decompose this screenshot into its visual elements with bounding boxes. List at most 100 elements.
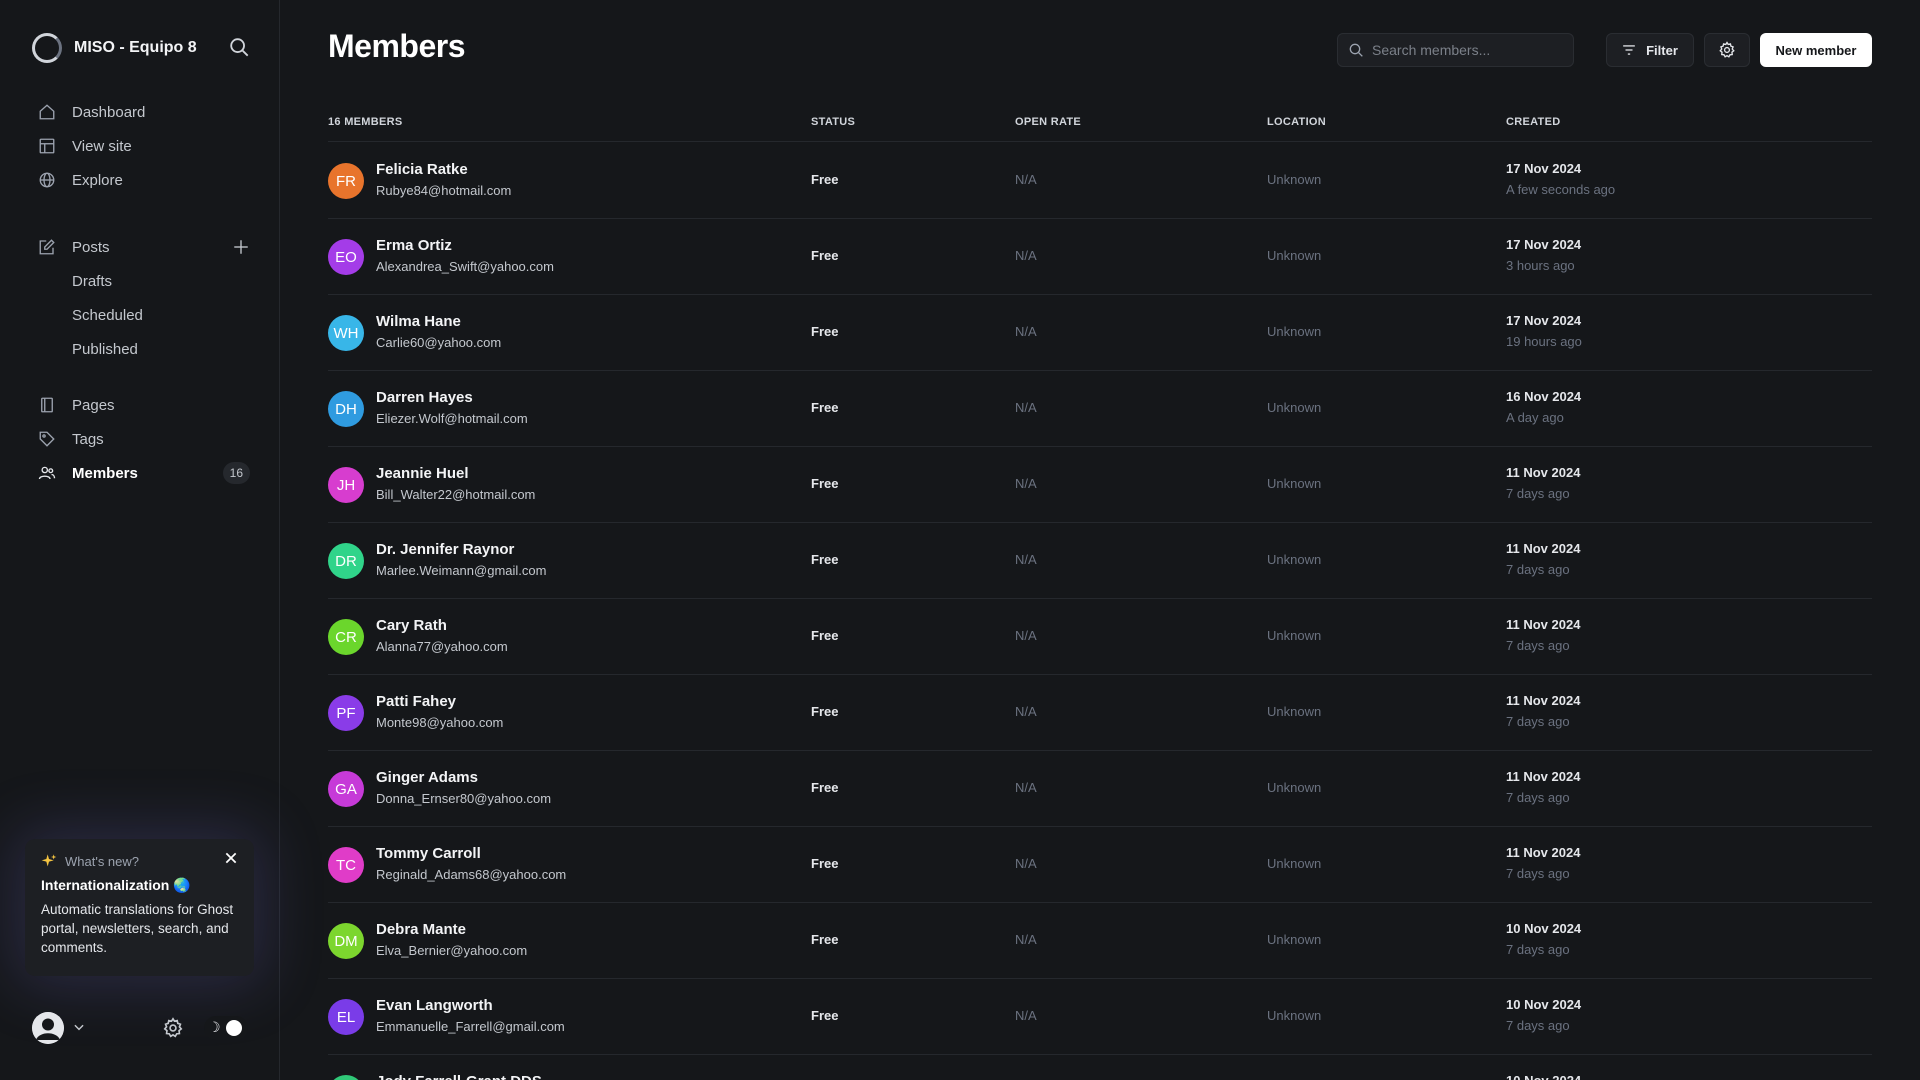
member-location: Unknown	[1267, 704, 1322, 719]
sidebar-item-dashboard[interactable]: Dashboard	[0, 95, 280, 129]
member-name: Patti Fahey	[376, 693, 457, 710]
table-row[interactable]: EL Evan Langworth Emmanuelle_Farrell@gmail…	[328, 979, 1872, 1055]
member-created-date: 11 Nov 2024	[1506, 465, 1581, 480]
primary-nav: Dashboard View site Explore	[0, 95, 280, 197]
sidebar-item-explore[interactable]: Explore	[0, 163, 280, 197]
dark-mode-toggle[interactable]: ☽	[204, 1016, 248, 1040]
column-header-open-rate[interactable]: OPEN RATE	[1015, 116, 1081, 128]
sidebar-item-posts[interactable]: Posts	[0, 230, 280, 264]
member-created-date: 11 Nov 2024	[1506, 617, 1581, 632]
member-avatar: EO	[328, 239, 364, 275]
chevron-down-icon[interactable]	[72, 1020, 86, 1034]
column-header-status[interactable]: STATUS	[811, 116, 855, 128]
sidebar-item-tags[interactable]: Tags	[0, 422, 280, 456]
whats-new-body: Automatic translations for Ghost portal,…	[41, 902, 234, 955]
whats-new-card[interactable]: What's new? Internationalization 🌏 Autom…	[25, 839, 254, 976]
member-open-rate: N/A	[1015, 552, 1037, 567]
member-created-relative: 19 hours ago	[1506, 334, 1582, 349]
member-email: Elva_Bernier@yahoo.com	[376, 943, 528, 958]
member-location: Unknown	[1267, 628, 1322, 643]
member-created-relative: 7 days ago	[1506, 790, 1570, 805]
whats-new-label: What's new?	[65, 853, 140, 869]
table-row[interactable]: DM Debra Mante Elva_Bernier@yahoo.com Free N…	[328, 903, 1872, 979]
user-avatar[interactable]	[32, 1012, 64, 1044]
member-avatar: CR	[328, 619, 364, 655]
member-created-date: 11 Nov 2024	[1506, 693, 1581, 708]
member-created-date: 10 Nov 2024	[1506, 997, 1582, 1012]
member-status: Free	[811, 780, 839, 795]
sparkle-icon	[41, 853, 57, 869]
add-post-icon[interactable]	[232, 238, 250, 256]
member-name: Ginger Adams	[376, 769, 478, 786]
members-icon	[38, 464, 56, 482]
member-created-date: 10 Nov 2024	[1506, 921, 1582, 936]
member-created-date: 16 Nov 2024	[1506, 389, 1582, 404]
sidebar-item-members[interactable]: Members 16	[0, 456, 280, 490]
table-row[interactable]: TC Tommy Carroll Reginald_Adams68@yahoo.co…	[328, 827, 1872, 903]
member-name: Darren Hayes	[376, 389, 473, 406]
close-icon[interactable]	[224, 851, 240, 867]
table-row[interactable]: WH Wilma Hane Carlie60@yahoo.com Free N/A Unk…	[328, 295, 1872, 371]
brand[interactable]: MISO - Equipo 8	[32, 32, 252, 64]
content-nav: Posts Drafts Scheduled Published	[0, 230, 280, 366]
member-location: Unknown	[1267, 172, 1322, 187]
table-row[interactable]: JF Jody Farrell-Grant DDS 10 Nov 2024	[328, 1055, 1872, 1080]
pages-icon	[38, 396, 56, 414]
sidebar-item-scheduled[interactable]: Scheduled	[0, 298, 280, 332]
table-row[interactable]: GA Ginger Adams Donna_Ernser80@yahoo.com Fr…	[328, 751, 1872, 827]
search-field[interactable]	[1337, 33, 1574, 67]
member-name: Dr. Jennifer Raynor	[376, 541, 515, 558]
column-header-members[interactable]: 16 MEMBERS	[328, 116, 403, 128]
column-header-location[interactable]: LOCATION	[1267, 116, 1326, 128]
settings-gear-icon[interactable]	[162, 1017, 184, 1039]
table-row[interactable]: PF Patti Fahey Monte98@yahoo.com Free N/A Unk…	[328, 675, 1872, 751]
home-icon	[38, 103, 56, 121]
sidebar-item-pages[interactable]: Pages	[0, 388, 280, 422]
members-settings-button[interactable]	[1704, 33, 1750, 67]
sidebar: MISO - Equipo 8 Dashboard View site Expl…	[0, 0, 280, 1080]
table-row[interactable]: DR Dr. Jennifer Raynor Marlee.Weimann@gmai…	[328, 523, 1872, 599]
new-member-button[interactable]: New member	[1760, 33, 1872, 67]
member-location: Unknown	[1267, 324, 1322, 339]
sidebar-item-published[interactable]: Published	[0, 332, 280, 366]
member-email: Bill_Walter22@hotmail.com	[376, 487, 536, 502]
member-location: Unknown	[1267, 400, 1322, 415]
member-open-rate: N/A	[1015, 704, 1037, 719]
globe-icon	[38, 171, 56, 189]
sidebar-item-view-site[interactable]: View site	[0, 129, 280, 163]
table-row[interactable]: FR Felicia Ratke Rubye84@hotmail.com Free N/…	[328, 143, 1872, 219]
table-row[interactable]: CR Cary Rath Alanna77@yahoo.com Free N/A Unkn…	[328, 599, 1872, 675]
member-avatar: JF	[328, 1075, 364, 1080]
member-status: Free	[811, 704, 839, 719]
member-name: Jeannie Huel	[376, 465, 469, 482]
member-email: Eliezer.Wolf@hotmail.com	[376, 411, 528, 426]
table-header: 16 MEMBERS STATUS OPEN RATE LOCATION CRE…	[328, 112, 1872, 142]
whats-new-header: What's new?	[41, 853, 238, 869]
sidebar-item-drafts[interactable]: Drafts	[0, 264, 280, 298]
search-input[interactable]	[1372, 42, 1562, 58]
column-header-created[interactable]: CREATED	[1506, 116, 1560, 128]
member-created-date: 11 Nov 2024	[1506, 541, 1581, 556]
member-open-rate: N/A	[1015, 780, 1037, 795]
member-location: Unknown	[1267, 780, 1322, 795]
member-status: Free	[811, 932, 839, 947]
member-created-relative: A day ago	[1506, 410, 1564, 425]
gear-icon	[1719, 41, 1735, 58]
member-created-relative: 7 days ago	[1506, 562, 1570, 577]
site-logo	[32, 33, 62, 63]
table-row[interactable]: DH Darren Hayes Eliezer.Wolf@hotmail.com Fr…	[328, 371, 1872, 447]
member-status: Free	[811, 856, 839, 871]
member-avatar: DH	[328, 391, 364, 427]
member-name: Jody Farrell-Grant DDS	[376, 1073, 542, 1080]
member-status: Free	[811, 628, 839, 643]
table-row[interactable]: JH Jeannie Huel Bill_Walter22@hotmail.com F…	[328, 447, 1872, 523]
table-row[interactable]: EO Erma Ortiz Alexandrea_Swift@yahoo.com Fr…	[328, 219, 1872, 295]
layout-icon	[38, 137, 56, 155]
member-created-relative: 7 days ago	[1506, 714, 1570, 729]
search-icon[interactable]	[228, 36, 252, 60]
member-created-relative: 7 days ago	[1506, 866, 1570, 881]
member-status: Free	[811, 1008, 839, 1023]
filter-button[interactable]: Filter	[1606, 33, 1694, 67]
sidebar-item-label: Explore	[72, 171, 123, 189]
filter-button-label: Filter	[1646, 42, 1678, 58]
